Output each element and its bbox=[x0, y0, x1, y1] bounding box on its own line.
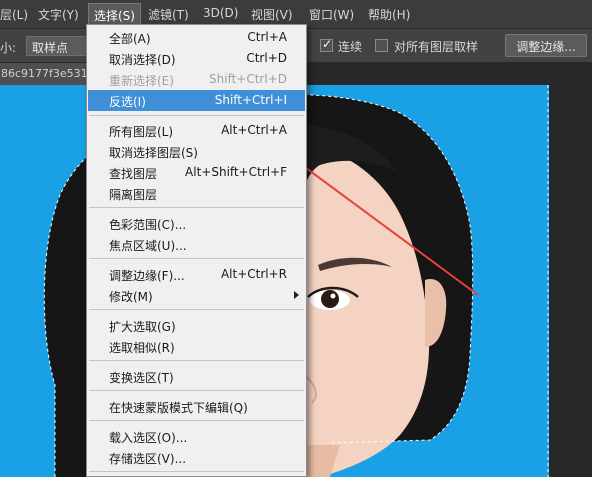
sample-size-select[interactable]: 取样点 bbox=[26, 36, 94, 56]
select-menu-dropdown: 全部(A) Ctrl+A 取消选择(D) Ctrl+D 重新选择(E) Shif… bbox=[86, 24, 307, 477]
refine-edge-button[interactable]: 调整边缘... bbox=[505, 34, 587, 57]
menu-window[interactable]: 窗口(W) bbox=[309, 6, 354, 23]
menu-item-select-all[interactable]: 全部(A) Ctrl+A bbox=[88, 27, 305, 48]
menu-item-load-selection[interactable]: 载入选区(O)... bbox=[88, 426, 305, 447]
menu-item-all-layers[interactable]: 所有图层(L) Alt+Ctrl+A bbox=[88, 120, 305, 141]
submenu-arrow-icon bbox=[294, 291, 299, 299]
menu-view[interactable]: 视图(V) bbox=[251, 6, 293, 23]
menu-item-focus-area[interactable]: 焦点区域(U)... bbox=[88, 234, 305, 255]
menu-item-modify[interactable]: 修改(M) bbox=[88, 285, 305, 306]
sample-size-label: 小: bbox=[0, 41, 17, 55]
menu-separator bbox=[89, 258, 304, 259]
menu-select[interactable]: 选择(S) bbox=[88, 3, 141, 26]
menu-separator bbox=[89, 390, 304, 391]
menu-item-reselect: 重新选择(E) Shift+Ctrl+D bbox=[109, 72, 287, 88]
menu-item-refine-edge[interactable]: 调整边缘(F)... Alt+Ctrl+R bbox=[88, 264, 305, 285]
menu-item-transform-selection[interactable]: 变换选区(T) bbox=[88, 366, 305, 387]
menu-separator bbox=[89, 115, 304, 116]
document-tab[interactable]: 86c9177f3e531 bbox=[0, 63, 92, 85]
menu-separator bbox=[89, 207, 304, 208]
menu-separator bbox=[89, 309, 304, 310]
menu-item-isolate-layers[interactable]: 隔离图层 bbox=[88, 183, 305, 204]
menu-type[interactable]: 文字(Y) bbox=[38, 6, 79, 23]
menu-item-grow[interactable]: 扩大选取(G) bbox=[88, 315, 305, 336]
sample-all-layers-label: 对所有图层取样 bbox=[394, 40, 479, 54]
sample-all-layers-checkbox[interactable] bbox=[375, 39, 388, 52]
menu-separator bbox=[89, 420, 304, 421]
menu-item-deselect-layers[interactable]: 取消选择图层(S) bbox=[88, 141, 305, 162]
menu-item-find-layers[interactable]: 查找图层 Alt+Shift+Ctrl+F bbox=[88, 162, 305, 183]
menu-item-inverse[interactable]: 反选(I) Shift+Ctrl+I bbox=[88, 90, 305, 111]
menu-item-quick-mask[interactable]: 在快速蒙版模式下编辑(Q) bbox=[88, 396, 305, 417]
contiguous-checkbox[interactable] bbox=[320, 37, 333, 52]
contiguous-label: 连续 bbox=[338, 40, 363, 54]
menu-separator bbox=[89, 471, 304, 472]
menu-help[interactable]: 帮助(H) bbox=[368, 6, 410, 23]
menu-item-color-range[interactable]: 色彩范围(C)... bbox=[88, 213, 305, 234]
menu-separator bbox=[89, 360, 304, 361]
menu-item-similar[interactable]: 选取相似(R) bbox=[88, 336, 305, 357]
menu-filter[interactable]: 滤镜(T) bbox=[148, 6, 189, 23]
menu-3d[interactable]: 3D(D) bbox=[203, 6, 238, 20]
menu-layer[interactable]: 层(L) bbox=[0, 6, 28, 23]
menu-item-save-selection[interactable]: 存储选区(V)... bbox=[88, 447, 305, 468]
menu-item-deselect[interactable]: 取消选择(D) Ctrl+D bbox=[88, 48, 305, 69]
